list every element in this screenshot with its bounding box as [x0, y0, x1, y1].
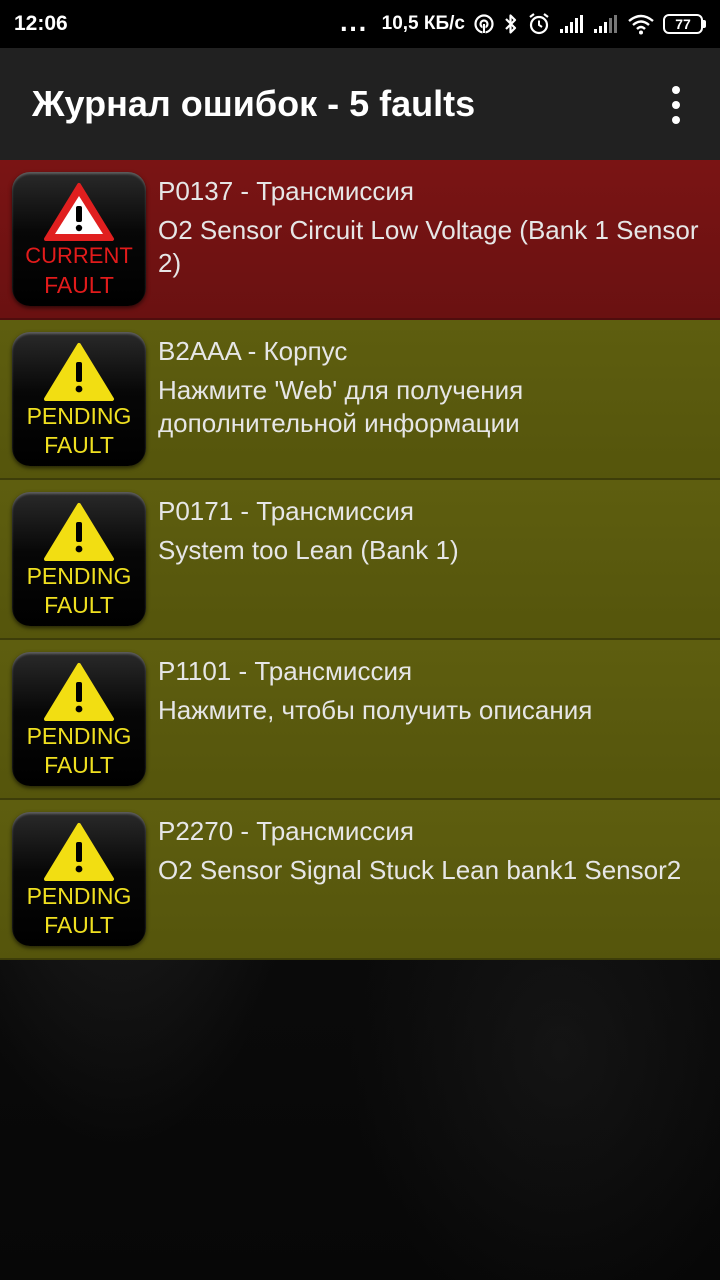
bluetooth-icon: [503, 12, 519, 36]
fault-text: P2270 - Трансмиссия O2 Sensor Signal Stu…: [158, 814, 710, 887]
fault-text: P0171 - Трансмиссия System too Lean (Ban…: [158, 494, 710, 567]
hotspot-icon: [473, 13, 495, 35]
warning-icon: [44, 343, 114, 401]
fault-text: P1101 - Трансмиссия Нажмите, чтобы получ…: [158, 654, 710, 727]
fault-row[interactable]: PENDING FAULT P1101 - Трансмиссия Нажмит…: [0, 640, 720, 800]
signal-icon: [559, 14, 585, 34]
battery-icon: 77: [663, 14, 706, 34]
warning-icon: [44, 663, 114, 721]
warning-icon: [44, 823, 114, 881]
status-bar: 12:06 ... 10,5 КБ/с 77: [0, 0, 720, 48]
more-notifications-icon: ...: [339, 11, 368, 37]
pending-fault-badge: PENDING FAULT: [12, 652, 146, 786]
fault-row[interactable]: PENDING FAULT P2270 - Трансмиссия O2 Sen…: [0, 800, 720, 960]
pending-fault-badge: PENDING FAULT: [12, 332, 146, 466]
fault-code: P0137 - Трансмиссия: [158, 176, 414, 206]
badge-label: PENDING: [26, 403, 132, 429]
fault-description: Нажмите 'Web' для получения дополнительн…: [158, 375, 524, 438]
fault-code: P0171 - Трансмиссия: [158, 496, 414, 526]
badge-label: FAULT: [44, 912, 114, 938]
badge-label: FAULT: [44, 752, 114, 778]
alarm-icon: [527, 12, 551, 36]
badge-label: PENDING: [26, 883, 132, 909]
pending-fault-badge: PENDING FAULT: [12, 492, 146, 626]
fault-list: CURRENT FAULT P0137 - Трансмиссия O2 Sen…: [0, 160, 720, 960]
network-speed: 10,5 КБ/с: [381, 13, 465, 34]
badge-label: FAULT: [44, 272, 114, 298]
fault-description: O2 Sensor Circuit Low Voltage (Bank 1 Se…: [158, 215, 699, 278]
status-icons: ... 10,5 КБ/с 77: [340, 12, 706, 37]
fault-text: B2AAA - Корпус Нажмите 'Web' для получен…: [158, 334, 710, 440]
battery-level: 77: [663, 14, 703, 34]
status-time: 12:06: [14, 12, 68, 35]
badge-label: CURRENT: [25, 243, 133, 268]
current-fault-badge: CURRENT FAULT: [12, 172, 146, 306]
badge-label: FAULT: [44, 432, 114, 458]
app-bar: Журнал ошибок - 5 faults: [0, 48, 720, 160]
fault-code: P1101 - Трансмиссия: [158, 656, 413, 686]
fault-row[interactable]: PENDING FAULT P0171 - Трансмиссия System…: [0, 480, 720, 640]
fault-row[interactable]: CURRENT FAULT P0137 - Трансмиссия O2 Sen…: [0, 160, 720, 320]
fault-code: P2270 - Трансмиссия: [158, 816, 414, 846]
badge-label: PENDING: [26, 563, 132, 589]
page-title: Журнал ошибок - 5 faults: [32, 83, 476, 124]
fault-code: B2AAA - Корпус: [158, 336, 348, 366]
fault-description: System too Lean (Bank 1): [158, 535, 459, 565]
fault-description: O2 Sensor Signal Stuck Lean bank1 Sensor…: [158, 855, 682, 885]
overflow-menu-icon[interactable]: [662, 86, 690, 124]
badge-label: PENDING: [26, 723, 132, 749]
screen: 12:06 ... 10,5 КБ/с 77 Журнал ошибок - 5…: [0, 0, 720, 1280]
warning-icon: [44, 503, 114, 561]
pending-fault-badge: PENDING FAULT: [12, 812, 146, 946]
badge-label: FAULT: [44, 592, 114, 618]
fault-row[interactable]: PENDING FAULT B2AAA - Корпус Нажмите 'We…: [0, 320, 720, 480]
warning-icon: [44, 183, 114, 241]
fault-text: P0137 - Трансмиссия O2 Sensor Circuit Lo…: [158, 174, 710, 280]
signal-icon: [593, 14, 619, 34]
fault-description: Нажмите, чтобы получить описания: [158, 695, 593, 725]
wifi-icon: [627, 13, 655, 35]
